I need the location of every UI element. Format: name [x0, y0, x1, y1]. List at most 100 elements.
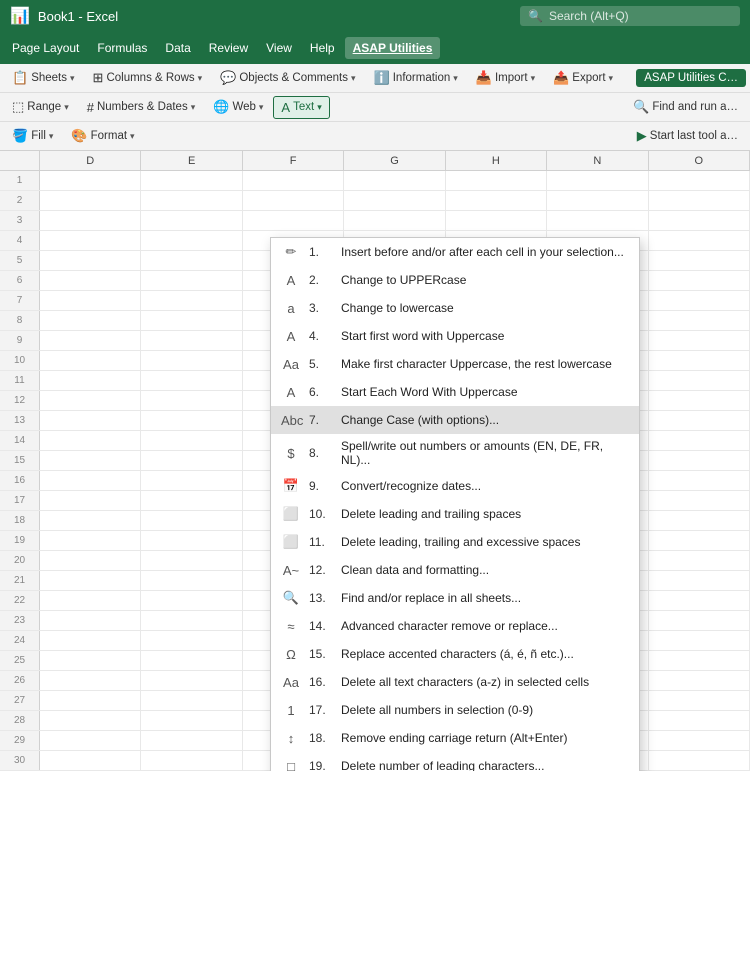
dropdown-item-7[interactable]: Abc7.Change Case (with options)... [271, 406, 639, 434]
grid-cell[interactable] [649, 411, 750, 430]
grid-cell[interactable] [40, 591, 141, 610]
grid-cell[interactable] [40, 491, 141, 510]
grid-cell[interactable] [649, 691, 750, 710]
menu-review[interactable]: Review [201, 37, 256, 59]
grid-cell[interactable] [141, 511, 242, 530]
grid-cell[interactable] [141, 571, 242, 590]
grid-cell[interactable] [40, 411, 141, 430]
grid-cell[interactable] [40, 271, 141, 290]
grid-cell[interactable] [649, 371, 750, 390]
dropdown-item-16[interactable]: Aa16.Delete all text characters (a-z) in… [271, 668, 639, 696]
grid-cell[interactable] [649, 171, 750, 190]
grid-cell[interactable] [141, 751, 242, 770]
dropdown-item-11[interactable]: ⬜11.Delete leading, trailing and excessi… [271, 528, 639, 556]
grid-cell[interactable] [649, 211, 750, 230]
grid-cell[interactable] [649, 511, 750, 530]
grid-cell[interactable] [141, 471, 242, 490]
grid-cell[interactable] [40, 511, 141, 530]
grid-cell[interactable] [649, 251, 750, 270]
search-bar[interactable]: 🔍 Search (Alt+Q) [520, 6, 740, 26]
grid-cell[interactable] [141, 231, 242, 250]
dropdown-item-14[interactable]: ≈14.Advanced character remove or replace… [271, 612, 639, 640]
grid-cell[interactable] [40, 531, 141, 550]
grid-cell[interactable] [40, 451, 141, 470]
dropdown-item-1[interactable]: ✏1.Insert before and/or after each cell … [271, 238, 639, 266]
ribbon-fill[interactable]: 🪣 Fill ▾ [4, 124, 61, 148]
ribbon-format[interactable]: 🎨 Format ▾ [63, 124, 142, 148]
grid-cell[interactable] [40, 731, 141, 750]
ribbon-columns-rows[interactable]: ⊞ Columns & Rows ▾ [85, 66, 211, 90]
menu-data[interactable]: Data [157, 37, 198, 59]
ribbon-export[interactable]: 📤 Export ▾ [545, 66, 621, 90]
grid-cell[interactable] [446, 191, 547, 210]
grid-cell[interactable] [649, 671, 750, 690]
grid-cell[interactable] [649, 191, 750, 210]
grid-cell[interactable] [40, 631, 141, 650]
grid-cell[interactable] [649, 731, 750, 750]
dropdown-item-3[interactable]: a3.Change to lowercase [271, 294, 639, 322]
grid-cell[interactable] [40, 371, 141, 390]
grid-cell[interactable] [649, 591, 750, 610]
grid-cell[interactable] [141, 371, 242, 390]
grid-cell[interactable] [141, 611, 242, 630]
grid-cell[interactable] [141, 311, 242, 330]
dropdown-item-6[interactable]: A6.Start Each Word With Uppercase [271, 378, 639, 406]
grid-cell[interactable] [344, 211, 445, 230]
table-row[interactable]: 3 [0, 211, 750, 231]
grid-cell[interactable] [141, 351, 242, 370]
grid-cell[interactable] [40, 291, 141, 310]
grid-cell[interactable] [141, 391, 242, 410]
dropdown-item-15[interactable]: Ω15.Replace accented characters (á, é, ñ… [271, 640, 639, 668]
grid-cell[interactable] [344, 191, 445, 210]
ribbon-range[interactable]: ⬚ Range ▾ [4, 95, 77, 119]
ribbon-import[interactable]: 📥 Import ▾ [468, 66, 543, 90]
ribbon-find-run[interactable]: 🔍 Find and run a… [625, 95, 746, 119]
ribbon-start-last-tool[interactable]: ▶ Start last tool a… [629, 124, 746, 148]
grid-cell[interactable] [40, 431, 141, 450]
grid-cell[interactable] [40, 691, 141, 710]
grid-cell[interactable] [141, 271, 242, 290]
grid-cell[interactable] [649, 231, 750, 250]
grid-cell[interactable] [40, 711, 141, 730]
grid-cell[interactable] [547, 171, 648, 190]
dropdown-item-13[interactable]: 🔍13.Find and/or replace in all sheets... [271, 584, 639, 612]
grid-cell[interactable] [344, 171, 445, 190]
dropdown-item-4[interactable]: A4.Start first word with Uppercase [271, 322, 639, 350]
dropdown-item-8[interactable]: $8.Spell/write out numbers or amounts (E… [271, 434, 639, 472]
grid-cell[interactable] [40, 471, 141, 490]
ribbon-text[interactable]: A Text ▾ [273, 96, 329, 119]
grid-cell[interactable] [40, 231, 141, 250]
grid-cell[interactable] [40, 331, 141, 350]
grid-cell[interactable] [243, 211, 344, 230]
menu-view[interactable]: View [258, 37, 300, 59]
grid-cell[interactable] [141, 651, 242, 670]
grid-cell[interactable] [649, 651, 750, 670]
grid-cell[interactable] [141, 591, 242, 610]
grid-cell[interactable] [40, 251, 141, 270]
menu-asap-utilities[interactable]: ASAP Utilities [345, 37, 441, 59]
grid-cell[interactable] [649, 291, 750, 310]
grid-cell[interactable] [547, 191, 648, 210]
grid-cell[interactable] [141, 211, 242, 230]
grid-cell[interactable] [141, 711, 242, 730]
dropdown-item-19[interactable]: □19.Delete number of leading characters.… [271, 752, 639, 771]
grid-cell[interactable] [649, 551, 750, 570]
grid-cell[interactable] [141, 691, 242, 710]
grid-cell[interactable] [446, 211, 547, 230]
grid-cell[interactable] [141, 251, 242, 270]
grid-cell[interactable] [40, 191, 141, 210]
grid-cell[interactable] [40, 351, 141, 370]
grid-cell[interactable] [141, 331, 242, 350]
menu-page-layout[interactable]: Page Layout [4, 37, 87, 59]
grid-cell[interactable] [649, 571, 750, 590]
grid-cell[interactable] [649, 331, 750, 350]
grid-cell[interactable] [141, 451, 242, 470]
ribbon-sheets[interactable]: 📋 Sheets ▾ [4, 66, 83, 90]
grid-cell[interactable] [40, 391, 141, 410]
grid-cell[interactable] [141, 411, 242, 430]
dropdown-item-18[interactable]: ↕18.Remove ending carriage return (Alt+E… [271, 724, 639, 752]
grid-cell[interactable] [40, 171, 141, 190]
grid-cell[interactable] [649, 271, 750, 290]
grid-cell[interactable] [649, 391, 750, 410]
grid-cell[interactable] [649, 751, 750, 770]
